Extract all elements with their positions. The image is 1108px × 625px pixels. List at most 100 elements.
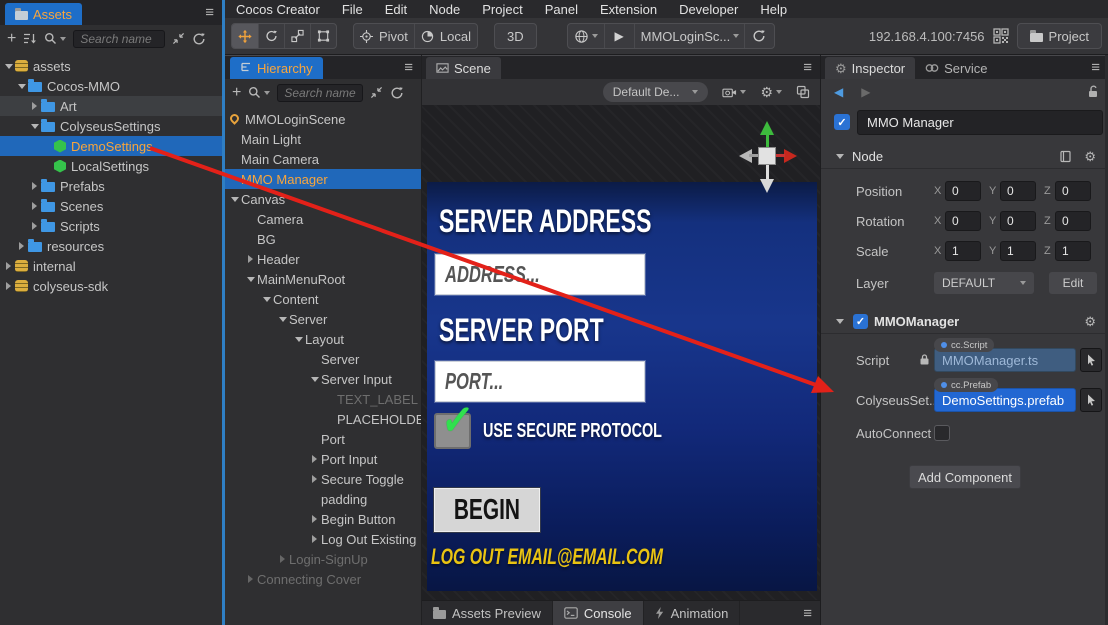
menu-item-panel[interactable]: Panel — [534, 2, 589, 17]
layer-dropdown[interactable]: DEFAULT — [934, 272, 1034, 294]
begin-button[interactable]: BEGIN — [434, 488, 540, 532]
hierarchy-node-canvas[interactable]: Canvas — [225, 189, 421, 209]
hierarchy-node-header[interactable]: Header — [225, 249, 421, 269]
caret-closed-icon[interactable] — [28, 182, 41, 190]
position-x-field[interactable]: 0 — [945, 181, 981, 201]
hierarchy-node-port[interactable]: Port — [225, 429, 421, 449]
asset-item-prefabs[interactable]: Prefabs — [0, 176, 222, 196]
asset-item-scripts[interactable]: Scripts — [0, 216, 222, 236]
scene-menu-icon[interactable]: ≡ — [803, 60, 812, 75]
pivot-button[interactable]: Pivot — [354, 24, 414, 48]
tab-scene[interactable]: Scene — [426, 57, 501, 79]
add-component-button[interactable]: Add Component — [909, 465, 1021, 489]
server-address-input[interactable]: ADDRESS... — [435, 254, 645, 295]
hierarchy-node-mmo-manager[interactable]: MMO Manager — [225, 169, 421, 189]
caret-closed-icon[interactable] — [28, 102, 41, 110]
caret-open-icon[interactable] — [276, 317, 289, 322]
scale-z-field[interactable]: 1 — [1055, 241, 1091, 261]
tab-service[interactable]: Service — [915, 57, 997, 79]
menu-item-help[interactable]: Help — [749, 2, 798, 17]
tab-assets-preview[interactable]: Assets Preview — [422, 601, 553, 625]
assets-search-filter-button[interactable] — [44, 32, 66, 45]
move-tool-button[interactable] — [232, 24, 258, 48]
position-y-field[interactable]: 0 — [1000, 181, 1036, 201]
asset-item-cocos-mmo[interactable]: Cocos-MMO — [0, 76, 222, 96]
node-section-header[interactable]: Node ⚙ — [821, 145, 1108, 169]
tab-hierarchy[interactable]: Hierarchy — [230, 57, 323, 79]
scene-camera-button[interactable] — [722, 86, 746, 99]
hierarchy-node-server[interactable]: Server — [225, 349, 421, 369]
caret-closed-icon[interactable] — [244, 575, 257, 583]
scale-y-field[interactable]: 1 — [1000, 241, 1036, 261]
gizmo-x-axis-arrow[interactable] — [784, 149, 797, 163]
local-button[interactable]: Local — [414, 24, 477, 48]
menu-item-developer[interactable]: Developer — [668, 2, 749, 17]
caret-closed-icon[interactable] — [308, 515, 321, 523]
hierarchy-node-layout[interactable]: Layout — [225, 329, 421, 349]
nav-back-icon[interactable]: ◀ — [834, 85, 843, 99]
menu-item-project[interactable]: Project — [471, 2, 533, 17]
caret-open-icon[interactable] — [228, 197, 241, 202]
preview-target-button[interactable] — [568, 24, 604, 48]
script-picker-button[interactable] — [1080, 348, 1102, 372]
scale-x-field[interactable]: 1 — [945, 241, 981, 261]
tab-console[interactable]: Console — [553, 601, 644, 625]
collapse-all-icon[interactable] — [370, 86, 383, 99]
asset-item-colyseus-sdk[interactable]: colyseus-sdk — [0, 276, 222, 296]
collapse-all-icon[interactable] — [172, 32, 185, 45]
caret-closed-icon[interactable] — [308, 455, 321, 463]
node-name-field[interactable]: MMO Manager — [857, 110, 1103, 135]
assets-refresh-icon[interactable] — [192, 32, 206, 46]
hierarchy-node-text-label[interactable]: TEXT_LABEL — [225, 389, 421, 409]
asset-item-internal[interactable]: internal — [0, 256, 222, 276]
hierarchy-node-bg[interactable]: BG — [225, 229, 421, 249]
rotate-tool-button[interactable] — [258, 24, 284, 48]
menu-item-file[interactable]: File — [331, 2, 374, 17]
hierarchy-node-server[interactable]: Server — [225, 309, 421, 329]
menu-item-cocos-creator[interactable]: Cocos Creator — [225, 2, 331, 17]
hierarchy-node-content[interactable]: Content — [225, 289, 421, 309]
hierarchy-node-placeholder[interactable]: PLACEHOLDER — [225, 409, 421, 429]
asset-item-localsettings[interactable]: LocalSettings — [0, 156, 222, 176]
hierarchy-node-padding[interactable]: padding — [225, 489, 421, 509]
bottom-panel-menu-icon[interactable]: ≡ — [803, 606, 812, 621]
layer-edit-button[interactable]: Edit — [1049, 272, 1097, 294]
caret-closed-icon[interactable] — [244, 255, 257, 263]
logout-link[interactable]: LOG OUT EMAIL@EMAIL.COM — [431, 544, 753, 570]
asset-item-art[interactable]: Art — [0, 96, 222, 116]
asset-item-assets[interactable]: assets — [0, 56, 222, 76]
rotation-y-field[interactable]: 0 — [1000, 211, 1036, 231]
docs-book-icon[interactable] — [1059, 150, 1072, 163]
caret-open-icon[interactable] — [2, 64, 15, 69]
3d-toggle-button[interactable]: 3D — [494, 23, 537, 49]
hierarchy-node-port-input[interactable]: Port Input — [225, 449, 421, 469]
caret-open-icon[interactable] — [292, 337, 305, 342]
hierarchy-node-log-out-existing[interactable]: Log Out Existing — [225, 529, 421, 549]
hierarchy-refresh-icon[interactable] — [390, 86, 404, 100]
hierarchy-node-begin-button[interactable]: Begin Button — [225, 509, 421, 529]
play-button[interactable]: ▶ — [604, 24, 634, 48]
prefab-picker-button[interactable] — [1080, 388, 1102, 412]
caret-closed-icon[interactable] — [308, 475, 321, 483]
asset-item-colyseussettings[interactable]: ColyseusSettings — [0, 116, 222, 136]
rotation-x-field[interactable]: 0 — [945, 211, 981, 231]
nav-forward-icon[interactable]: ▶ — [861, 85, 870, 99]
caret-open-icon[interactable] — [260, 297, 273, 302]
hierarchy-node-server-input[interactable]: Server Input — [225, 369, 421, 389]
scene-select-dropdown[interactable]: MMOLoginSc... — [634, 24, 744, 48]
refresh-preview-button[interactable] — [744, 24, 774, 48]
menu-item-node[interactable]: Node — [418, 2, 471, 17]
autoconnect-checkbox[interactable] — [934, 425, 950, 441]
gizmo-center-handle[interactable] — [758, 147, 776, 165]
assets-search-input[interactable] — [73, 30, 165, 48]
hierarchy-node-main-camera[interactable]: Main Camera — [225, 149, 421, 169]
inspector-menu-icon[interactable]: ≡ — [1091, 60, 1100, 75]
caret-closed-icon[interactable] — [15, 242, 28, 250]
scene-view-dropdown[interactable]: Default De... — [603, 82, 709, 102]
gizmo-down-arrow[interactable] — [760, 179, 774, 193]
assets-add-button[interactable]: + — [7, 30, 16, 48]
qr-code-icon[interactable] — [993, 28, 1009, 44]
hierarchy-node-connecting-cover[interactable]: Connecting Cover — [225, 569, 421, 589]
asset-item-demosettings[interactable]: DemoSettings — [0, 136, 222, 156]
hierarchy-node-mmologinscene[interactable]: MMOLoginScene — [225, 109, 421, 129]
